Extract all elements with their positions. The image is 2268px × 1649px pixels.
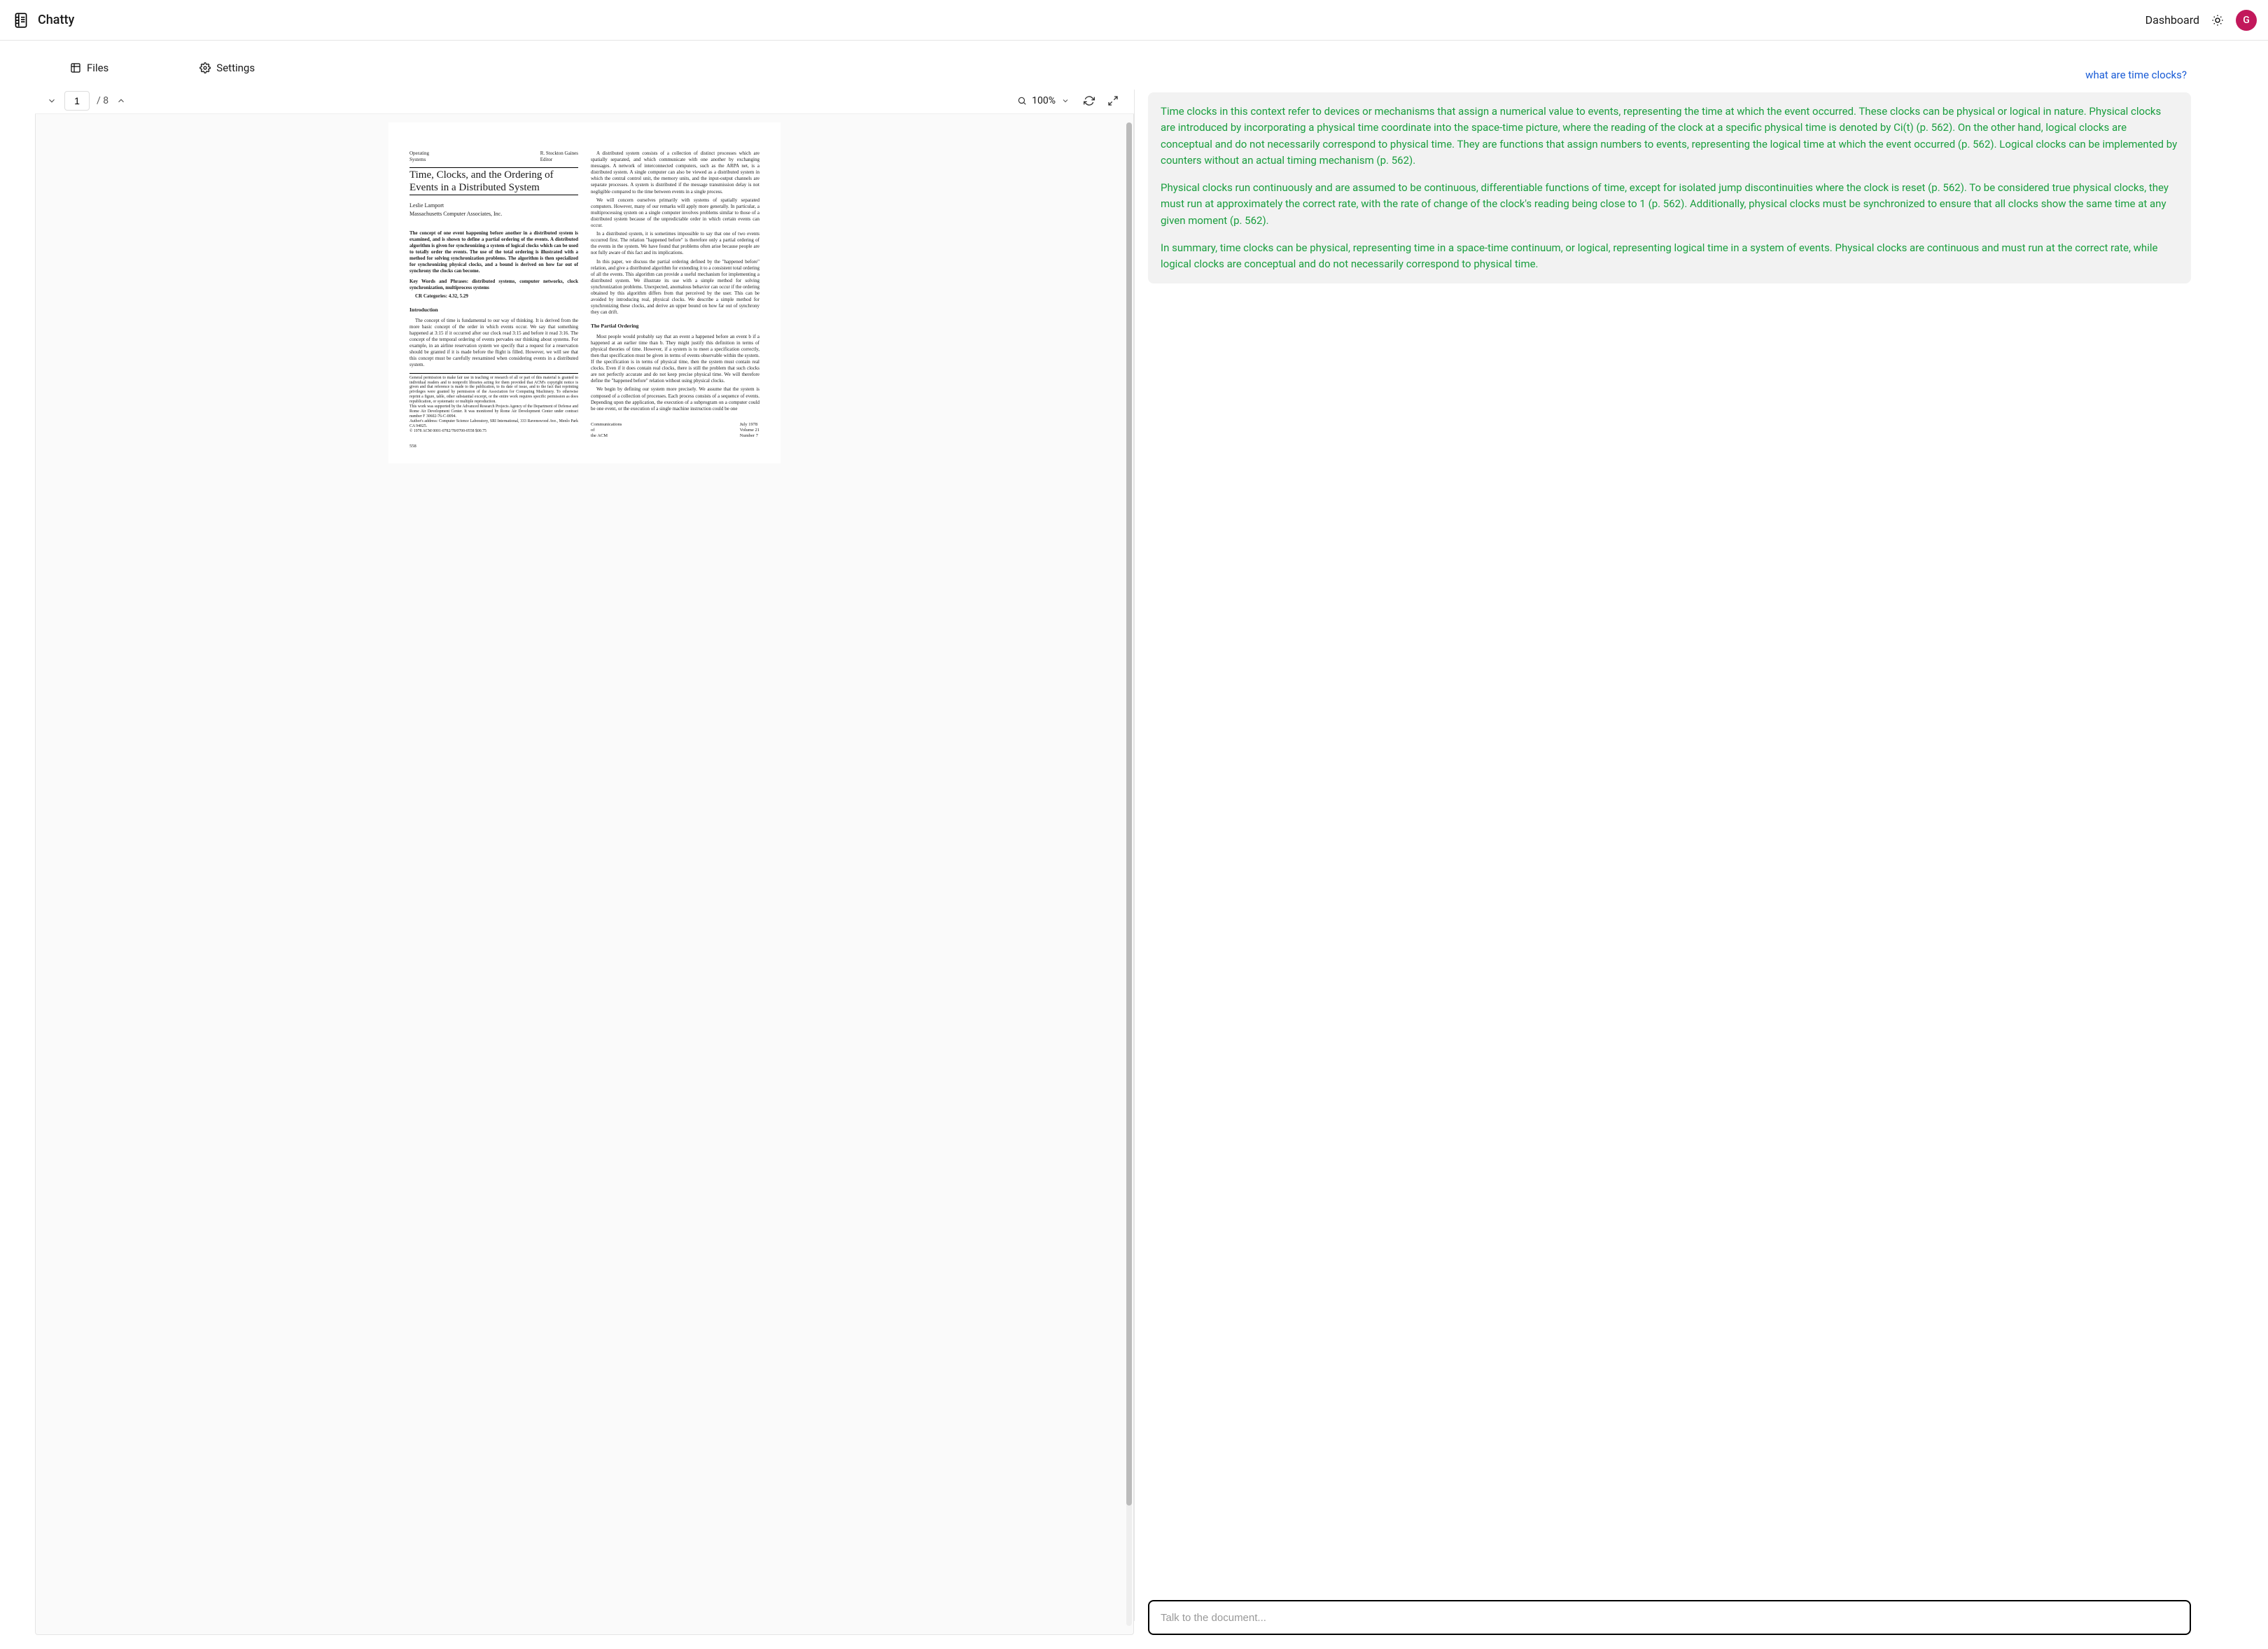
pdf-footer-right: Communications of the ACM July 1978 Volu…	[591, 422, 760, 439]
pdf-footer-issue: July 1978 Volume 21 Number 7	[740, 422, 760, 439]
pdf-affil: Massachusetts Computer Associates, Inc.	[410, 211, 578, 218]
pdf-intro-para: The concept of time is fundamental to ou…	[410, 318, 578, 369]
topbar: Chatty Dashboard G	[0, 0, 2268, 41]
pdf-para: Most people would probably say that an e…	[591, 334, 760, 385]
chat-input[interactable]	[1148, 1600, 2191, 1635]
files-icon	[70, 62, 81, 73]
pdf-column-left: Operating Systems R. Stockton Gaines Edi…	[410, 150, 578, 449]
tab-files-label: Files	[87, 62, 108, 74]
pdf-toolbar: / 8 100%	[35, 88, 1134, 114]
pdf-abstract: The concept of one event happening befor…	[410, 230, 578, 275]
sidebar-tabs: Files Settings	[35, 55, 1134, 81]
chevron-down-icon	[1060, 95, 1071, 106]
pdf-toolbar-right: 100%	[1016, 95, 1127, 106]
pdf-overhead-right: R. Stockton Gaines Editor	[540, 150, 578, 163]
gear-icon	[200, 62, 211, 73]
pdf-cr-categories: CR Categories: 4.32, 5.29	[410, 293, 578, 300]
refresh-icon[interactable]	[1084, 95, 1095, 106]
ai-paragraph: In summary, time clocks can be physical,…	[1161, 240, 2178, 273]
chevron-down-icon[interactable]	[46, 95, 57, 106]
left-panel: Files Settings / 8	[0, 41, 1134, 1649]
chat-messages: what are time clocks? Time clocks in thi…	[1148, 55, 2191, 1589]
pdf-intro-heading: Introduction	[410, 307, 578, 313]
pdf-footer-left: 558	[410, 444, 578, 449]
topbar-right: Dashboard G	[2146, 10, 2257, 31]
pdf-scrollbar[interactable]	[1126, 122, 1132, 1626]
pdf-overhead: Operating Systems R. Stockton Gaines Edi…	[410, 150, 578, 163]
tab-settings[interactable]: Settings	[186, 55, 269, 81]
topbar-left: Chatty	[11, 10, 74, 30]
pdf-title: Time, Clocks, and the Ordering of Events…	[410, 167, 578, 195]
tab-files[interactable]: Files	[56, 55, 122, 81]
pdf-para: We will concern ourselves primarily with…	[591, 197, 760, 229]
user-message: what are time clocks?	[1148, 69, 2191, 81]
page-count: / 8	[97, 95, 108, 106]
ai-paragraph: Physical clocks run continuously and are…	[1161, 180, 2178, 229]
pdf-author: Leslie Lamport	[410, 202, 578, 209]
pdf-toolbar-left: / 8	[35, 91, 127, 111]
main: Files Settings / 8	[0, 41, 2268, 1649]
zoom-value: 100%	[1032, 95, 1056, 106]
dashboard-link[interactable]: Dashboard	[2146, 13, 2199, 27]
ai-message: Time clocks in this context refer to dev…	[1148, 92, 2191, 283]
app-logo-icon	[11, 10, 31, 30]
pdf-scroll-thumb[interactable]	[1126, 122, 1132, 1506]
avatar[interactable]: G	[2236, 10, 2257, 31]
pdf-keywords: Key Words and Phrases: distributed syste…	[410, 279, 578, 291]
pdf-footer-center: Communications of the ACM	[591, 422, 622, 439]
pdf-page-number: 558	[410, 444, 416, 449]
theme-toggle-icon[interactable]	[2211, 13, 2225, 27]
pdf-overhead-left: Operating Systems	[410, 150, 429, 163]
tab-settings-label: Settings	[216, 62, 255, 74]
pdf-para: In this paper, we discuss the partial or…	[591, 259, 760, 316]
pdf-page: Operating Systems R. Stockton Gaines Edi…	[388, 122, 780, 463]
chevron-up-icon[interactable]	[115, 95, 127, 106]
pdf-column-right: A distributed system consists of a colle…	[591, 150, 760, 449]
chat-panel: what are time clocks? Time clocks in thi…	[1134, 41, 2268, 1649]
pdf-fineprint: General permission to make fair use in t…	[410, 373, 578, 434]
ai-paragraph: Time clocks in this context refer to dev…	[1161, 104, 2178, 169]
zoom-control[interactable]: 100%	[1016, 95, 1071, 106]
pdf-para: We begin by defining our system more pre…	[591, 386, 760, 412]
page-number-input[interactable]	[64, 91, 90, 111]
chat-input-wrap	[1148, 1589, 2191, 1635]
pdf-viewport[interactable]: Operating Systems R. Stockton Gaines Edi…	[35, 114, 1134, 1635]
pdf-partial-heading: The Partial Ordering	[591, 323, 760, 329]
fullscreen-icon[interactable]	[1107, 95, 1119, 106]
app-name: Chatty	[38, 13, 74, 27]
pdf-para: In a distributed system, it is sometimes…	[591, 231, 760, 256]
pdf-para: A distributed system consists of a colle…	[591, 150, 760, 195]
search-icon	[1016, 95, 1028, 106]
